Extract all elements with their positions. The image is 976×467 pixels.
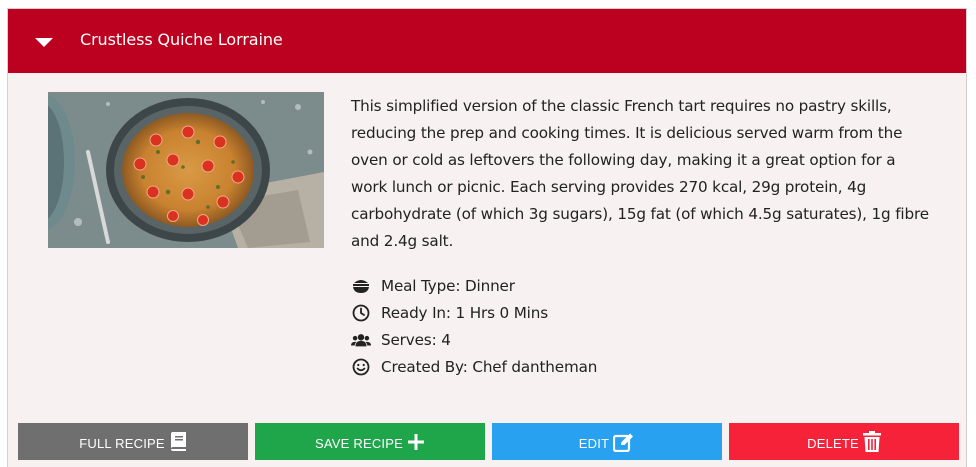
recipe-meta: Meal Type: Dinner Ready In: 1 Hrs 0 Mins [351, 272, 751, 380]
plus-icon [407, 433, 425, 451]
serves: Serves: 4 [381, 330, 451, 349]
save-recipe-label: SAVE RECIPE [315, 436, 403, 451]
caret-down-icon[interactable] [35, 38, 53, 47]
edit-label: EDIT [578, 436, 610, 451]
ready-in-row: Ready In: 1 Hrs 0 Mins [351, 299, 751, 326]
delete-label: DELETE [807, 436, 859, 451]
recipe-header[interactable]: Crustless Quiche Lorraine [8, 9, 966, 73]
meal-type: Meal Type: Dinner [381, 276, 515, 295]
save-recipe-button[interactable]: SAVE RECIPE [255, 423, 485, 460]
clock-icon [351, 303, 371, 323]
edit-button[interactable]: EDIT [492, 423, 722, 460]
recipe-title: Crustless Quiche Lorraine [80, 30, 283, 49]
full-recipe-button[interactable]: FULL RECIPE [18, 423, 248, 460]
recipe-image [48, 92, 324, 248]
created-by: Created By: Chef dantheman [381, 357, 598, 376]
bowl-icon [351, 276, 371, 296]
users-icon [351, 330, 371, 350]
smile-icon [351, 357, 371, 377]
edit-icon [613, 432, 635, 452]
serves-row: Serves: 4 [351, 326, 751, 353]
recipe-card: Crustless Quiche Lorraine This simplifie… [7, 8, 967, 467]
meal-type-row: Meal Type: Dinner [351, 272, 751, 299]
ready-in: Ready In: 1 Hrs 0 Mins [381, 303, 548, 322]
full-recipe-label: FULL RECIPE [79, 436, 165, 451]
recipe-description: This simplified version of the classic F… [351, 97, 929, 250]
book-icon [169, 431, 187, 452]
delete-button[interactable]: DELETE [729, 423, 959, 460]
trash-icon [862, 430, 881, 453]
created-by-row: Created By: Chef dantheman [351, 353, 751, 380]
